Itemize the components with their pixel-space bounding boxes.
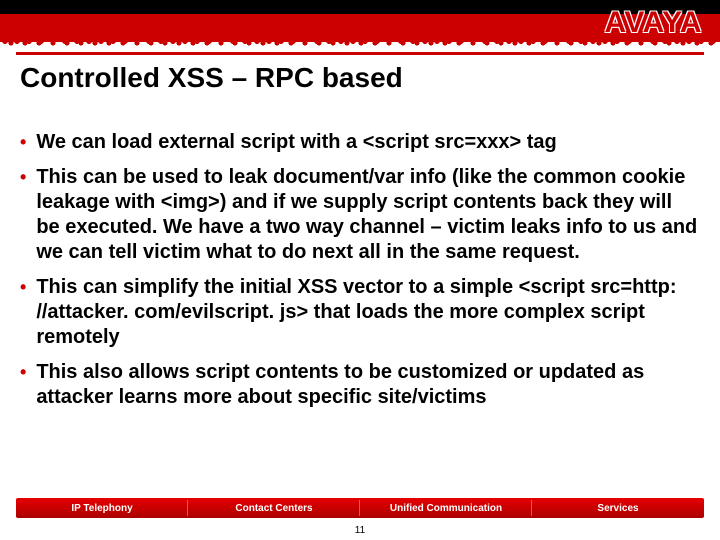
bullet-text: This can be used to leak document/var in… <box>36 165 698 265</box>
footer-item: Unified Communication <box>360 498 532 518</box>
footer-item: Contact Centers <box>188 498 360 518</box>
bullet-list: • We can load external script with a <sc… <box>20 130 698 420</box>
bullet-icon: • <box>20 130 26 154</box>
brand-logo-text: AVAYA <box>604 6 702 40</box>
footer-item: Services <box>532 498 704 518</box>
title-rule <box>16 52 704 55</box>
footer-item: IP Telephony <box>16 498 188 518</box>
bullet-icon: • <box>20 165 26 189</box>
bullet-text: We can load external script with a <scri… <box>36 130 556 155</box>
list-item: • This can be used to leak document/var … <box>20 165 698 265</box>
list-item: • This can simplify the initial XSS vect… <box>20 275 698 350</box>
list-item: • We can load external script with a <sc… <box>20 130 698 155</box>
slide-title: Controlled XSS – RPC based <box>20 62 700 94</box>
bullet-text: This can simplify the initial XSS vector… <box>36 275 698 350</box>
page-number: 11 <box>0 525 720 536</box>
slide: { "brand": { "name": "AVAYA" }, "title":… <box>0 0 720 540</box>
bullet-icon: • <box>20 360 26 384</box>
bullet-text: This also allows script contents to be c… <box>36 360 698 410</box>
bullet-icon: • <box>20 275 26 299</box>
list-item: • This also allows script contents to be… <box>20 360 698 410</box>
brand-logo: AVAYA <box>604 6 702 40</box>
footer-bar: IP Telephony Contact Centers Unified Com… <box>16 498 704 518</box>
